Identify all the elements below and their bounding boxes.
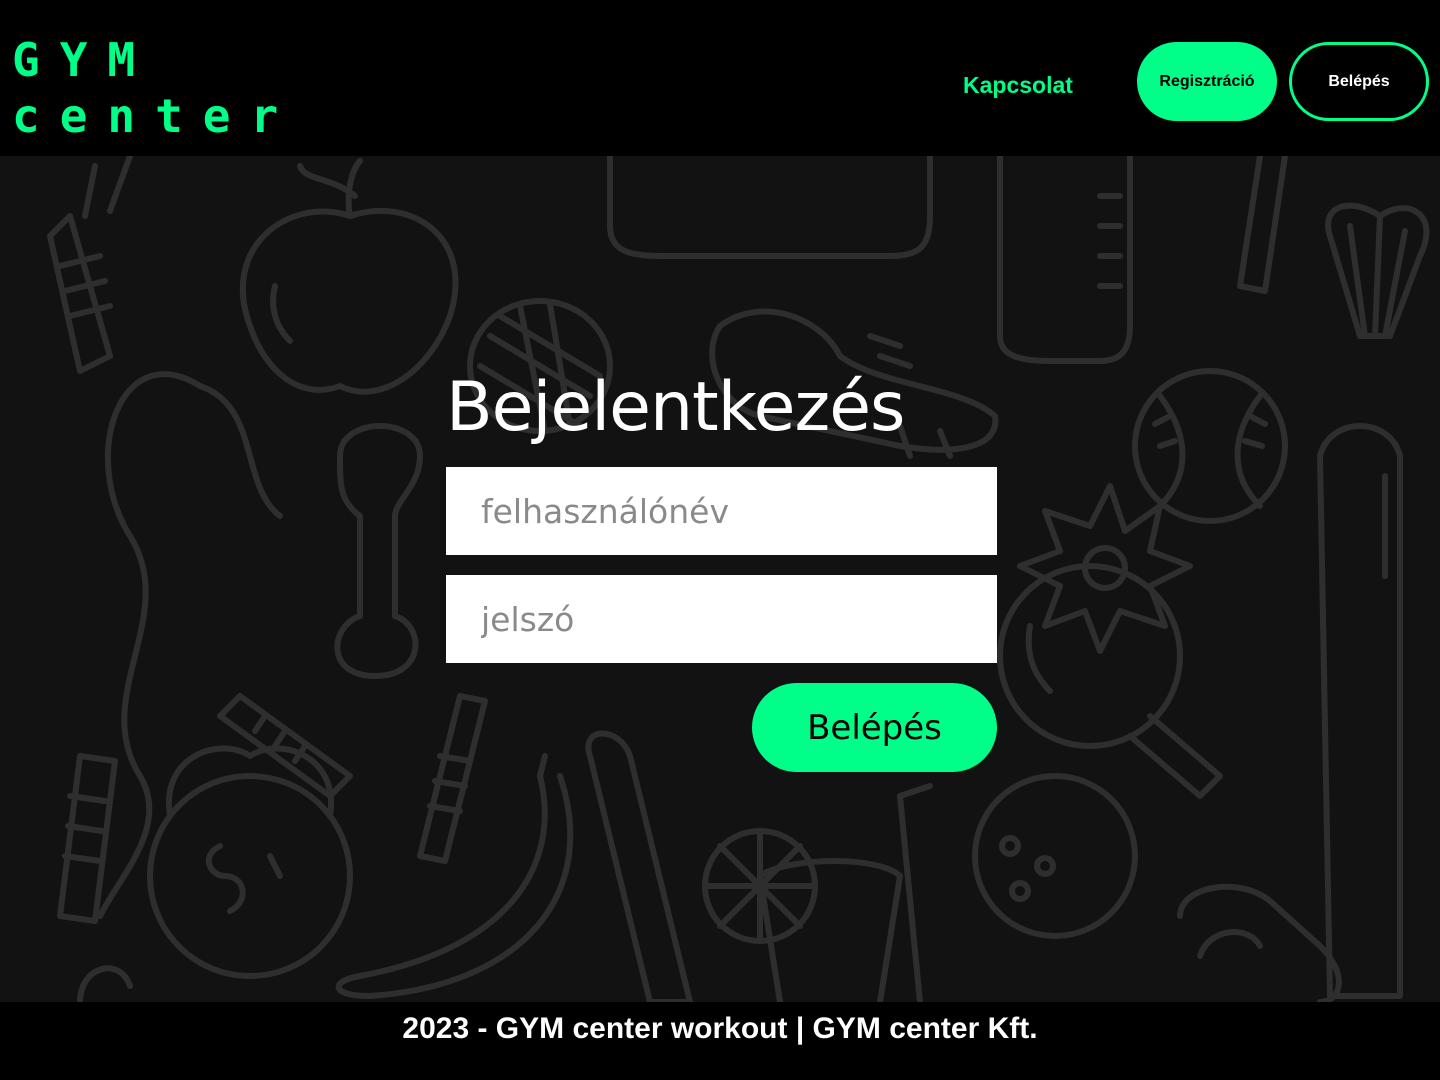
nav-link-contact[interactable]: Kapcsolat [963, 72, 1073, 99]
login-submit-button[interactable]: Belépés [752, 683, 997, 772]
header-login-button[interactable]: Belépés [1289, 42, 1429, 121]
logo-line-1: GYM [12, 33, 156, 87]
register-button[interactable]: Regisztráció [1137, 42, 1277, 121]
site-footer: 2023 - GYM center workout | GYM center K… [0, 1002, 1440, 1080]
username-input[interactable] [446, 467, 997, 555]
password-input[interactable] [446, 575, 997, 663]
footer-copyright: 2023 - GYM center workout | GYM center K… [402, 1012, 1038, 1045]
site-logo[interactable]: GYM center [12, 32, 298, 144]
login-section: Bejelentkezés Belépés [0, 156, 1440, 1002]
logo-line-2: center [12, 89, 299, 143]
login-title: Bejelentkezés [446, 368, 905, 447]
site-header: GYM center Kapcsolat Regisztráció Belépé… [0, 0, 1440, 156]
